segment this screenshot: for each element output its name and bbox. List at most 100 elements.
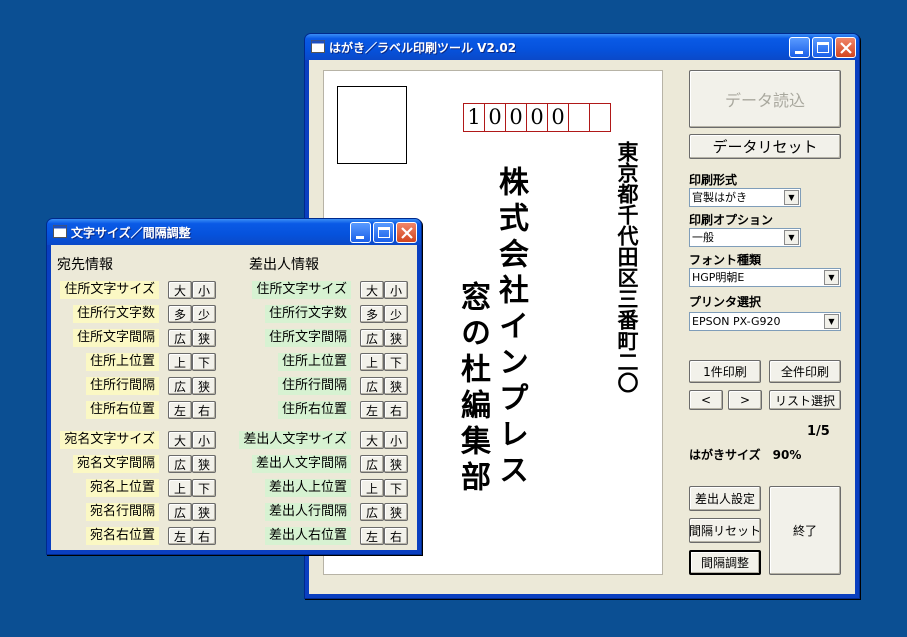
left-adjust-increase-button[interactable]: 広 [168,503,192,521]
left-adjust-increase-button[interactable]: 上 [168,353,192,371]
left-adjust-increase-button[interactable]: 大 [168,431,192,449]
print-option-label: 印刷オプション [689,213,774,227]
sub-minimize-button[interactable] [350,222,371,243]
right-adjust-decrease-button[interactable]: 下 [384,353,408,371]
minimize-icon [795,51,803,54]
print-format-label: 印刷形式 [689,173,738,187]
postal-digit: 0 [505,103,527,132]
left-adjust-label: 宛名行間隔 [85,503,159,521]
right-adjust-increase-button[interactable]: 広 [360,455,384,473]
printer-label: プリンタ選択 [689,295,762,309]
right-adjust-decrease-button[interactable]: 少 [384,305,408,323]
right-adjust-increase-button[interactable]: 広 [360,377,384,395]
left-adjust-increase-button[interactable]: 左 [168,401,192,419]
left-adjust-increase-button[interactable]: 大 [168,281,192,299]
left-adjust-decrease-button[interactable]: 小 [192,431,216,449]
postal-digit: 0 [526,103,548,132]
dropdown-arrow-icon[interactable]: ▼ [824,270,839,285]
right-adjust-decrease-button[interactable]: 右 [384,527,408,545]
sub-titlebar[interactable]: 文字サイズ／間隔調整 [47,219,421,245]
next-record-button[interactable]: > [728,390,762,410]
left-adjust-decrease-button[interactable]: 狭 [192,503,216,521]
print-format-value: 官製はがき [692,191,747,204]
left-adjust-increase-button[interactable]: 広 [168,455,192,473]
printer-select[interactable]: EPSON PX-G920 ▼ [689,312,841,331]
dropdown-arrow-icon[interactable]: ▼ [784,230,799,245]
right-adjust-label: 住所行間隔 [277,377,351,395]
print-all-button[interactable]: 全件印刷 [769,360,841,383]
recipient-address: 東京都千代田区三番町二〇 [615,141,640,393]
spacing-adjust-button[interactable]: 間隔調整 [689,550,761,575]
right-adjust-decrease-button[interactable]: 狭 [384,329,408,347]
right-adjust-increase-button[interactable]: 上 [360,479,384,497]
left-adjust-label: 住所文字間隔 [72,329,159,347]
right-adjust-increase-button[interactable]: 大 [360,281,384,299]
right-adjust-increase-button[interactable]: 上 [360,353,384,371]
reset-data-button[interactable]: データリセット [689,134,841,159]
main-titlebar[interactable]: はがき／ラベル印刷ツール V2.02 [305,34,859,60]
left-adjust-increase-button[interactable]: 上 [168,479,192,497]
right-adjust-label: 住所文字間隔 [264,329,351,347]
right-adjust-label: 差出人右位置 [264,527,351,545]
minimize-button[interactable] [789,37,810,58]
right-adjust-label: 住所行文字数 [264,305,351,323]
right-adjust-increase-button[interactable]: 左 [360,527,384,545]
left-adjust-increase-button[interactable]: 広 [168,377,192,395]
spacing-reset-button[interactable]: 間隔リセット [689,518,761,543]
list-select-button[interactable]: リスト選択 [769,390,841,410]
load-data-button[interactable]: データ読込 [689,70,841,128]
left-adjust-decrease-button[interactable]: 狭 [192,455,216,473]
right-adjust-decrease-button[interactable]: 小 [384,431,408,449]
right-adjust-decrease-button[interactable]: 狭 [384,455,408,473]
sub-maximize-button[interactable] [373,222,394,243]
sub-client-area: 宛先情報 差出人情報 住所文字サイズ大小住所行文字数多少住所文字間隔広狭住所上位… [51,245,417,550]
left-adjust-decrease-button[interactable]: 狭 [192,377,216,395]
print-format-select[interactable]: 官製はがき ▼ [689,188,801,207]
font-type-label: フォント種類 [689,253,762,267]
right-adjust-increase-button[interactable]: 大 [360,431,384,449]
exit-button[interactable]: 終了 [769,486,841,575]
sender-settings-button[interactable]: 差出人設定 [689,486,761,511]
right-adjust-label: 差出人行間隔 [264,503,351,521]
postal-digit [568,103,590,132]
right-adjust-increase-button[interactable]: 多 [360,305,384,323]
left-adjust-increase-button[interactable]: 左 [168,527,192,545]
right-adjust-label: 住所上位置 [277,353,351,371]
left-adjust-decrease-button[interactable]: 下 [192,479,216,497]
left-adjust-decrease-button[interactable]: 右 [192,401,216,419]
prev-record-button[interactable]: < [689,390,723,410]
left-adjust-decrease-button[interactable]: 小 [192,281,216,299]
sub-close-button[interactable] [396,222,417,243]
close-button[interactable] [835,37,856,58]
postal-digit [589,103,611,132]
control-panel: データ読込 データリセット 印刷形式 官製はがき ▼ 印刷オプション 一般 ▼ … [685,60,853,596]
left-adjust-increase-button[interactable]: 広 [168,329,192,347]
sub-title: 文字サイズ／間隔調整 [71,226,191,240]
print-option-select[interactable]: 一般 ▼ [689,228,801,247]
font-type-select[interactable]: HGP明朝E ▼ [689,268,841,287]
maximize-icon [817,42,829,53]
right-adjust-decrease-button[interactable]: 狭 [384,503,408,521]
left-adjust-label: 住所行文字数 [72,305,159,323]
left-adjust-increase-button[interactable]: 多 [168,305,192,323]
right-adjust-increase-button[interactable]: 広 [360,329,384,347]
sender-info-header: 差出人情報 [249,257,319,273]
left-adjust-decrease-button[interactable]: 右 [192,527,216,545]
print-one-button[interactable]: 1件印刷 [689,360,761,383]
right-adjust-label: 住所右位置 [277,401,351,419]
right-adjust-decrease-button[interactable]: 右 [384,401,408,419]
maximize-button[interactable] [812,37,833,58]
left-adjust-decrease-button[interactable]: 少 [192,305,216,323]
right-adjust-decrease-button[interactable]: 下 [384,479,408,497]
left-adjust-decrease-button[interactable]: 下 [192,353,216,371]
postcard-size-label: はがきサイズ 90% [689,448,802,462]
left-adjust-label: 宛名文字サイズ [60,431,159,449]
dropdown-arrow-icon[interactable]: ▼ [824,314,839,329]
right-adjust-increase-button[interactable]: 左 [360,401,384,419]
right-adjust-increase-button[interactable]: 広 [360,503,384,521]
dropdown-arrow-icon[interactable]: ▼ [784,190,799,205]
print-option-value: 一般 [692,231,714,244]
right-adjust-decrease-button[interactable]: 狭 [384,377,408,395]
left-adjust-decrease-button[interactable]: 狭 [192,329,216,347]
right-adjust-decrease-button[interactable]: 小 [384,281,408,299]
